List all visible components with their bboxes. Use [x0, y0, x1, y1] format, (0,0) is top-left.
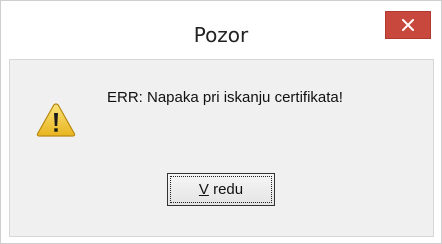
dialog-body: ERR: Napaka pri iskanju certifikata! V r…	[9, 59, 434, 237]
close-button[interactable]	[385, 11, 431, 39]
error-message: ERR: Napaka pri iskanju certifikata!	[107, 89, 343, 106]
title-bar[interactable]: Pozor	[1, 1, 441, 59]
warning-icon	[36, 103, 76, 137]
dialog-title: Pozor	[193, 23, 249, 47]
close-icon	[402, 19, 414, 31]
ok-button-focus-rect: V redu	[170, 176, 272, 203]
ok-button-label: redu	[208, 181, 244, 198]
dialog-window: Pozor ERR: Napaka pri iskanju certifikat…	[0, 0, 442, 244]
ok-button[interactable]: V redu	[167, 173, 275, 206]
ok-button-mnemonic: V	[198, 181, 209, 198]
